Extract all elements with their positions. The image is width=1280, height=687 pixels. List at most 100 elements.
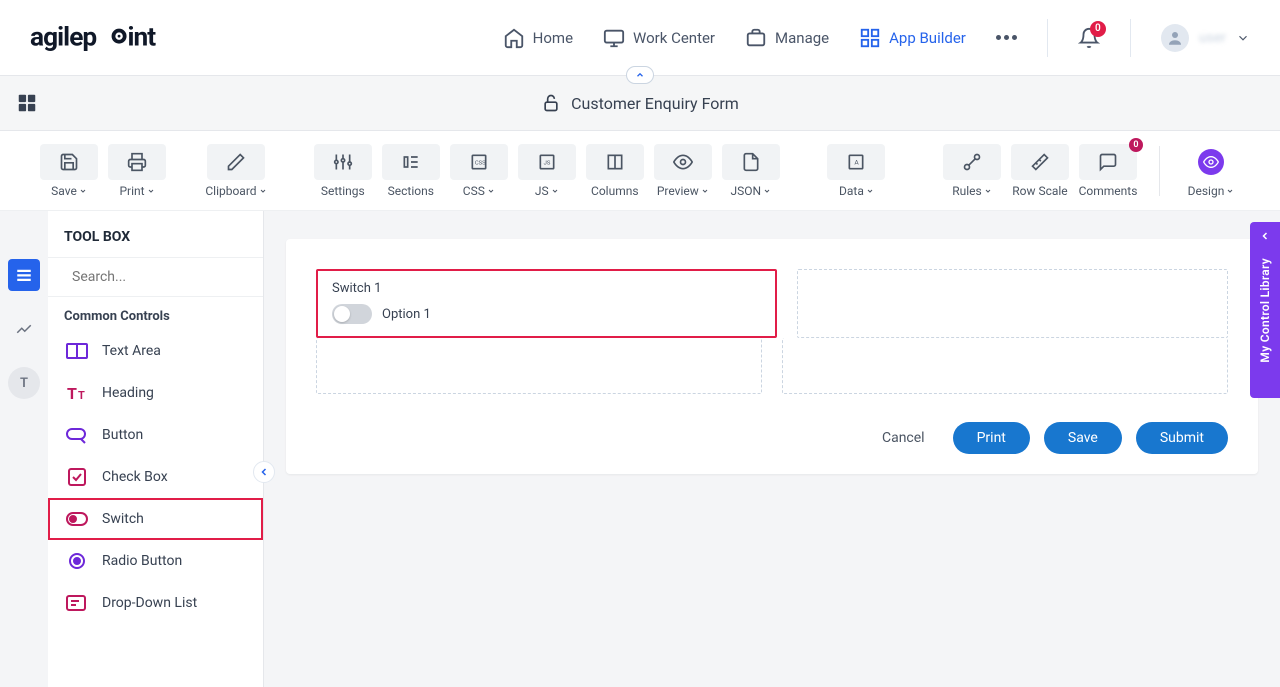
field-label: Switch 1 [332,281,761,296]
switch-toggle[interactable] [332,304,372,324]
canvas-area: Switch 1 Option 1 Cancel Print Save Subm… [264,211,1280,687]
flow-icon [962,152,982,172]
nav-more[interactable] [996,35,1017,40]
control-text-area[interactable]: Text Area [48,330,263,372]
notifications-button[interactable]: 0 [1078,27,1100,49]
clipboard-button[interactable]: Clipboard [206,144,266,198]
nav-manage[interactable]: Manage [745,27,829,49]
separator [1159,146,1160,196]
chevron-down-icon [1226,187,1234,195]
rail-toolbox-button[interactable] [8,259,40,291]
preview-button[interactable]: Preview [654,144,712,198]
divider [1047,19,1048,57]
control-switch[interactable]: Switch [48,498,263,540]
control-radio-button[interactable]: Radio Button [48,540,263,582]
checkbox-icon [64,466,90,488]
form-row-1: Switch 1 Option 1 [316,269,1228,338]
left-rail: T [0,211,48,687]
save-button[interactable]: Save [1044,422,1122,454]
t-icon: T [20,376,28,391]
svg-text:CSS: CSS [475,160,486,166]
logo[interactable]: agilep int [30,18,180,58]
control-check-box[interactable]: Check Box [48,456,263,498]
file-json-icon [741,152,761,172]
nav-work-center[interactable]: Work Center [603,27,715,49]
chevron-down-icon [763,187,771,195]
my-control-library-panel[interactable]: My Control Library [1250,222,1280,398]
settings-button[interactable]: Settings [314,144,372,198]
svg-text:T: T [67,384,77,403]
chevron-down-icon [147,187,155,195]
apps-grid-button[interactable] [16,92,38,114]
textarea-icon [64,340,90,362]
json-button[interactable]: JSON [722,144,780,198]
row-scale-button[interactable]: Row Scale [1011,144,1069,198]
user-menu[interactable]: user [1161,24,1250,52]
form-actions: Cancel Print Save Submit [316,422,1228,454]
page-title: Customer Enquiry Form [571,94,739,113]
form-canvas[interactable]: Switch 1 Option 1 Cancel Print Save Subm… [286,239,1258,474]
divider [1130,19,1131,57]
nav-home-label: Home [533,29,573,47]
switch-control[interactable]: Option 1 [332,304,761,324]
comment-icon [1098,152,1118,172]
empty-cell[interactable] [316,338,762,394]
sidebar: TOOL BOX Common Controls Text Area TT He… [48,211,264,687]
empty-cell[interactable] [782,338,1228,394]
user-name-label: user [1199,30,1226,46]
chevron-down-icon [1236,31,1250,45]
avatar-icon [1161,24,1189,52]
search-row [48,258,263,297]
collapse-header-button[interactable] [626,66,654,84]
grid-4-icon [16,92,38,114]
design-mode-button[interactable]: Design [1182,144,1240,198]
radio-icon [64,550,90,572]
nav-app-builder[interactable]: App Builder [859,27,966,49]
comments-badge: 0 [1129,138,1143,152]
print-button[interactable]: Print [108,144,166,198]
svg-text:agilep: agilep [30,22,96,52]
chevron-down-icon [701,187,709,195]
js-icon: JS [537,152,557,172]
side-library-label: My Control Library [1258,258,1272,363]
comments-button[interactable]: 0 Comments [1079,144,1137,198]
monitor-icon [603,27,625,49]
empty-cell[interactable] [797,269,1228,338]
heading-icon: TT [64,382,90,404]
svg-text:int: int [128,22,157,52]
control-button[interactable]: Button [48,414,263,456]
switch-field-cell[interactable]: Switch 1 Option 1 [316,269,777,338]
chart-icon [15,320,33,338]
switch-option-label: Option 1 [382,307,431,322]
cancel-button[interactable]: Cancel [868,422,939,454]
home-icon [503,27,525,49]
print-button[interactable]: Print [953,422,1030,454]
design-eye-icon [1198,149,1224,175]
js-button[interactable]: JS JS [518,144,576,198]
nav-home[interactable]: Home [503,27,573,49]
submit-button[interactable]: Submit [1136,422,1228,454]
rail-text-button[interactable]: T [8,367,40,399]
css-button[interactable]: CSS CSS [450,144,508,198]
svg-text:A: A [855,158,860,166]
sections-button[interactable]: Sections [382,144,440,198]
switch-thumb [334,306,350,322]
control-drop-down-list[interactable]: Drop-Down List [48,582,263,624]
rail-analytics-button[interactable] [8,313,40,345]
button-icon [64,424,90,446]
save-button[interactable]: Save [40,144,98,198]
unlock-icon [541,93,561,113]
control-heading[interactable]: TT Heading [48,372,263,414]
chevron-down-icon [551,187,559,195]
chevron-down-icon [259,187,267,195]
data-button[interactable]: A Data [827,144,885,198]
svg-text:T: T [78,389,85,402]
rules-button[interactable]: Rules [943,144,1001,198]
search-input[interactable] [72,269,250,285]
columns-button[interactable]: Columns [586,144,644,198]
ruler-icon [1030,152,1050,172]
data-icon: A [846,152,866,172]
save-icon [59,152,79,172]
top-nav: Home Work Center Manage App Builder 0 [503,19,1250,57]
css-icon: CSS [469,152,489,172]
